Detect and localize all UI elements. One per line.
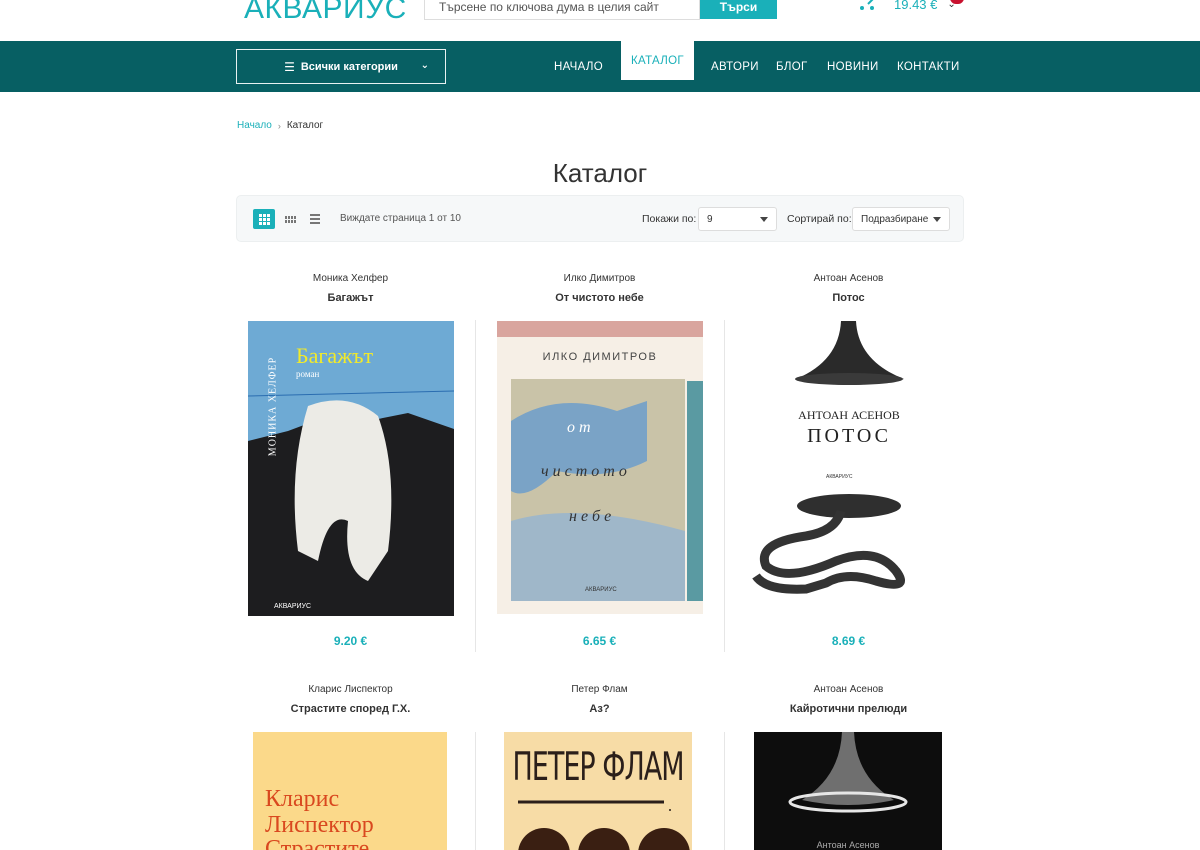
cover-author: ИЛКО ДИМИТРОВ [542, 351, 658, 363]
product-author[interactable]: Антоан Асенов [724, 273, 973, 287]
product-title[interactable]: Потос [724, 292, 973, 304]
cover-art [518, 800, 690, 850]
breadcrumb-current: Каталог [286, 120, 324, 131]
nav-item-home[interactable]: НАЧАЛО [554, 41, 603, 92]
cover-title-line: Кларис [265, 786, 340, 812]
nav-item-authors[interactable]: АВТОРИ [711, 41, 759, 92]
chevron-down-icon: ⌄ [420, 60, 429, 71]
breadcrumb-home[interactable]: Начало [237, 120, 272, 131]
product-price: 8.69 € [831, 634, 866, 648]
cover-title-line: н е б е [569, 508, 612, 525]
cover-title-line: Страстите [265, 836, 370, 850]
chevron-right-icon: › [277, 120, 281, 131]
caret-down-icon [760, 217, 768, 222]
product-card[interactable]: Моника Хелфер Багажът Багажът роман МОНИ… [226, 273, 475, 653]
cart-widget[interactable]: 19.43 € ⌄ [858, 0, 956, 14]
cover-title-line: о т [567, 419, 591, 436]
per-page-value: 9 [707, 213, 713, 225]
cover-title-line: ч и с т о т о [541, 463, 627, 480]
grid-view-button[interactable] [253, 209, 275, 229]
per-page-select[interactable]: 9 [698, 207, 777, 231]
product-card[interactable]: Кларис Лиспектор Страстите според Г.Х. К… [226, 684, 475, 850]
small-grid-icon [284, 215, 296, 223]
nav-item-blog[interactable]: БЛОГ [776, 41, 807, 92]
product-author[interactable]: Петер Флам [475, 684, 724, 698]
compact-grid-view-button[interactable] [279, 209, 301, 229]
product-price: 6.65 € [582, 634, 617, 648]
product-author[interactable]: Моника Хелфер [226, 273, 475, 287]
book-cover[interactable]: Антоан Асенов [754, 732, 942, 850]
cover-title: Багажът [296, 343, 374, 368]
catalog-toolbar: Виждате страница 1 от 10 Покажи по: 9 Со… [236, 195, 964, 242]
page-title: Каталог [552, 158, 648, 188]
product-title[interactable]: От чистото небе [475, 292, 724, 304]
product-card[interactable]: Антоан Асенов Потос АНТОАН АСЕНОВ ПОТОС … [724, 273, 973, 653]
cart-icon [858, 0, 882, 14]
cover-author: АНТОАН АСЕНОВ [798, 408, 900, 422]
book-cover[interactable]: ИЛКО ДИМИТРОВ о т ч и с т о т о н е б е … [497, 321, 703, 614]
sort-value: Подразбиране [861, 213, 929, 225]
nav-item-news[interactable]: НОВИНИ [827, 41, 879, 92]
list-icon [310, 214, 320, 224]
cover-art [788, 732, 908, 813]
cover-publisher: АКВАРИУС [274, 603, 312, 610]
cover-author: Антоан Асенов [816, 840, 880, 850]
all-categories-button[interactable]: ☰ Всички категории ⌄ [236, 49, 446, 84]
product-card[interactable]: Петер Флам Аз? ПЕТЕР ФЛАМ [475, 684, 724, 850]
main-navbar: ☰ Всички категории ⌄ НАЧАЛО КАТАЛОГ АВТО… [0, 41, 1200, 92]
breadcrumb: Начало › Каталог [237, 120, 323, 131]
book-cover[interactable]: ПЕТЕР ФЛАМ [504, 732, 692, 850]
menu-icon: ☰ [284, 59, 295, 74]
cover-title: ПОТОС [807, 425, 891, 447]
book-cover[interactable]: Багажът роман МОНИКА ХЕЛФЕР АКВАРИУС [248, 321, 454, 616]
top-header: АКВАРИУС Търсене по ключова дума в целия… [0, 0, 1200, 41]
product-author[interactable]: Антоан Асенов [724, 684, 973, 698]
grid-icon [258, 213, 270, 225]
product-author[interactable]: Илко Димитров [475, 273, 724, 287]
product-title[interactable]: Страстите според Г.Х. [226, 703, 475, 715]
site-logo[interactable]: АКВАРИУС [244, 0, 407, 26]
search-input[interactable]: Търсене по ключова дума в целия сайт [424, 0, 700, 20]
product-card[interactable]: Илко Димитров От чистото небе ИЛКО ДИМИТ… [475, 273, 724, 653]
cover-publisher: АКВАРИУС [585, 587, 617, 593]
search-button-label: Търси [719, 0, 758, 14]
cover-title-line: Лиспектор [265, 812, 374, 838]
search-button[interactable]: Търси [700, 0, 777, 19]
book-cover[interactable]: Кларис Лиспектор Страстите [253, 732, 447, 850]
nav-item-contacts[interactable]: КОНТАКТИ [897, 41, 960, 92]
list-view-button[interactable] [304, 209, 326, 229]
product-title[interactable]: Багажът [226, 292, 475, 304]
search-placeholder: Търсене по ключова дума в целия сайт [439, 0, 659, 14]
cover-author: МОНИКА ХЕЛФЕР [267, 356, 279, 457]
cover-publisher: АКВАРИУС [826, 474, 853, 480]
show-per-page-label: Покажи по: [642, 213, 697, 225]
caret-down-icon [933, 217, 941, 222]
cover-subtitle: роман [296, 369, 320, 379]
product-author[interactable]: Кларис Лиспектор [226, 684, 475, 698]
book-cover[interactable]: АНТОАН АСЕНОВ ПОТОС АКВАРИУС [746, 321, 952, 614]
sort-label: Сортирай по: [787, 213, 852, 225]
product-card[interactable]: Антоан Асенов Кайротични прелюди Антоан … [724, 684, 973, 850]
product-title[interactable]: Кайротични прелюди [724, 703, 973, 715]
cart-total: 19.43 € [894, 0, 938, 12]
product-title[interactable]: Аз? [475, 703, 724, 715]
product-price: 9.20 € [333, 634, 368, 648]
page-info: Виждате страница 1 от 10 [340, 213, 461, 224]
all-categories-label: Всички категории [300, 60, 398, 73]
nav-item-catalog[interactable]: КАТАЛОГ [621, 41, 694, 80]
cover-art [752, 321, 905, 594]
sort-select[interactable]: Подразбиране [852, 207, 950, 231]
